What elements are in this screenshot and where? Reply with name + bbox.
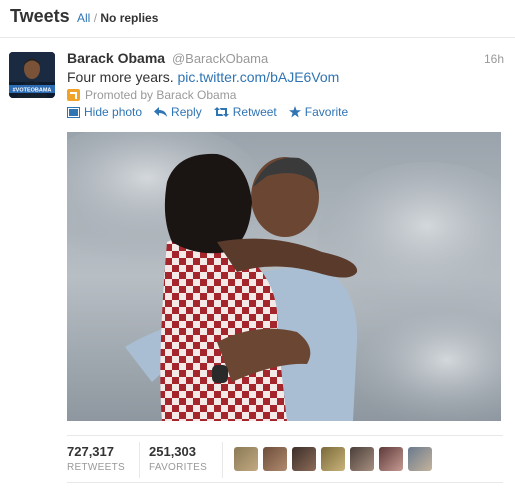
favorites-stat[interactable]: 251,303 FAVORITES [149,444,207,473]
retweeter-avatars [234,447,437,471]
promoted-label[interactable]: Promoted by Barack Obama [67,88,236,102]
photo-icon [67,106,80,118]
retweets-count: 727,317 [67,444,114,459]
reply-button[interactable]: Reply [154,105,202,119]
avatar[interactable] [379,447,403,471]
avatar[interactable] [408,447,432,471]
retweets-stat[interactable]: 727,317 RETWEETS [67,444,125,473]
reply-icon [154,107,168,117]
avatar-portrait-icon: #VOTEOBAMA [9,52,55,98]
tweet-link[interactable]: pic.twitter.com/bAJE6Vom [177,69,339,85]
tweet-timestamp[interactable]: 16h [484,52,504,66]
retweet-icon [213,107,229,117]
retweets-label: RETWEETS [67,462,125,473]
favorite-button[interactable]: Favorite [288,105,349,119]
tweet-actions: Hide photo Reply Retweet Favorite [67,105,360,119]
filter-separator: / [93,11,98,25]
tweet-filters: All / No replies [77,11,158,25]
avatar-caption: #VOTEOBAMA [13,88,52,94]
promoted-icon [67,89,80,101]
tweet-author: Barack Obama @BarackObama [67,50,268,66]
tweet-body: Four more years. [67,69,174,85]
avatar[interactable] [234,447,258,471]
filter-all-link[interactable]: All [77,11,90,25]
retweet-label: Retweet [232,105,277,119]
author-username[interactable]: @BarackObama [172,51,268,66]
stats-divider [139,442,140,478]
star-icon [288,106,301,118]
avatar[interactable] [321,447,345,471]
hide-photo-button[interactable]: Hide photo [67,105,142,119]
avatar[interactable] [263,447,287,471]
tweet-photo[interactable] [67,132,501,421]
favorites-label: FAVORITES [149,462,208,473]
tweet-stats: 727,317 RETWEETS 251,303 FAVORITES [67,435,503,483]
embrace-photo-image [67,132,501,421]
avatar[interactable] [350,447,374,471]
retweet-button[interactable]: Retweet [213,105,277,119]
author-fullname[interactable]: Barack Obama [67,50,165,66]
promoted-text: Promoted by Barack Obama [85,88,237,102]
favorite-label: Favorite [304,105,349,119]
favorites-count: 251,303 [149,444,196,459]
tweet-text: Four more years. pic.twitter.com/bAJE6Vo… [67,69,339,85]
filter-no-replies[interactable]: No replies [100,11,158,25]
timeline-header: Tweets All / No replies [0,0,515,38]
hide-photo-label: Hide photo [84,105,143,119]
avatar[interactable]: #VOTEOBAMA [9,52,55,98]
reply-label: Reply [171,105,202,119]
avatar[interactable] [292,447,316,471]
page-title: Tweets [10,6,70,26]
stats-divider [222,442,223,478]
